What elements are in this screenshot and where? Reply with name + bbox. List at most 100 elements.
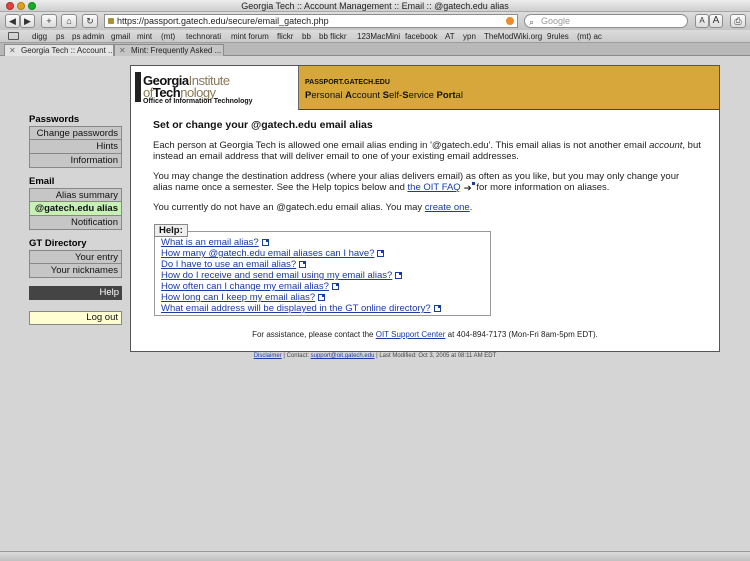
tab-georgia-tech[interactable]: ✕ Georgia Tech :: Account ... — [4, 44, 114, 56]
bookmark-item[interactable]: AT — [445, 30, 455, 43]
contact-email-link[interactable]: support@oit.gatech.edu — [311, 353, 375, 359]
tab-label: Georgia Tech :: Account ... — [21, 46, 114, 55]
create-alias-link[interactable]: create one — [425, 202, 470, 213]
portal-name-part: Port — [436, 90, 456, 101]
search-icon: ⌕ — [529, 17, 535, 27]
popup-icon — [318, 294, 326, 301]
sidebar-item-information[interactable]: Information — [29, 154, 122, 168]
popup-icon — [395, 272, 403, 279]
home-button[interactable]: ⌂ — [61, 14, 77, 28]
georgia-tech-logo[interactable]: GeorgiaInstitute ofTechnology Office of … — [131, 66, 299, 110]
passwords-heading: Passwords — [29, 114, 80, 125]
bookmark-item[interactable]: ps admin — [72, 30, 104, 43]
gt-directory-group: GT Directory Your entry Your nicknames — [29, 238, 122, 278]
bookmark-item[interactable]: gmail — [111, 30, 130, 43]
portal-header: GeorgiaInstitute ofTechnology Office of … — [131, 66, 719, 110]
bookmark-item[interactable]: 123MacMini — [357, 30, 400, 43]
bookmark-item[interactable]: (mt) ac — [577, 30, 602, 43]
help-link[interactable]: How long can I keep my email alias? — [161, 292, 315, 303]
portal-name-part: ervice — [408, 90, 437, 101]
portal-name-part: A — [345, 90, 353, 101]
disclaimer-link[interactable]: Disclaimer — [254, 353, 282, 359]
snapback-icon[interactable] — [506, 17, 514, 25]
oit-support-link[interactable]: OIT Support Center — [376, 330, 446, 339]
window-title: Georgia Tech :: Account Management :: Em… — [241, 1, 509, 11]
bookmark-item[interactable]: digg — [32, 30, 47, 43]
bookmarks-bar: digg ps ps admin gmail mint (mt) technor… — [0, 30, 750, 43]
page-footer: Disclaimer | Contact: support@oit.gatech… — [0, 353, 750, 359]
tab-mint-faq[interactable]: ✕ Mint: Frequently Asked ... — [114, 44, 224, 56]
sidebar-item-gatech-alias[interactable]: @gatech.edu alias — [29, 202, 122, 216]
sidebar-item-hints[interactable]: Hints — [29, 140, 122, 154]
sidebar-item-change-passwords[interactable]: Change passwords — [29, 126, 122, 140]
minimize-window-icon[interactable] — [17, 2, 25, 10]
help-button[interactable]: Help — [29, 286, 122, 300]
portal-url: PASSPORT.GATECH.EDU — [305, 79, 390, 86]
bookmark-item[interactable]: mint — [137, 30, 152, 43]
help-item: How often can I change my email alias? — [161, 281, 441, 292]
search-field[interactable]: ⌕ Google — [524, 14, 688, 28]
faq-arrow-icon: ➔ — [464, 182, 475, 194]
assist-text-end: at 404-894-7173 (Mon-Fri 8am-5pm EDT). — [445, 330, 598, 339]
help-link[interactable]: What is an email alias? — [161, 237, 259, 248]
bookmark-item[interactable]: mint forum — [231, 30, 269, 43]
browser-toolbar: ◀ ▶ + ⌂ ↻ https://passport.gatech.edu/se… — [0, 12, 750, 30]
change-paragraph: You may change the destination address (… — [153, 171, 701, 194]
sidebar-item-alias-summary[interactable]: Alias summary — [29, 188, 122, 202]
bookmark-item[interactable]: bb — [302, 30, 311, 43]
bookmark-item[interactable]: technorati — [186, 30, 221, 43]
bookmark-item[interactable]: (mt) — [161, 30, 175, 43]
help-item: What email address will be displayed in … — [161, 303, 441, 314]
p1-emphasis: account — [649, 140, 683, 151]
sidebar-nav: Passwords Change passwords Hints Informa… — [29, 114, 122, 325]
forward-button[interactable]: ▶ — [20, 14, 35, 28]
logout-button[interactable]: Log out — [29, 311, 122, 325]
popup-icon — [433, 305, 441, 312]
main-panel: GeorgiaInstitute ofTechnology Office of … — [130, 65, 720, 352]
tab-label: Mint: Frequently Asked ... — [131, 46, 222, 55]
bookmark-item[interactable]: bb flickr — [319, 30, 347, 43]
help-item: How long can I keep my email alias? — [161, 292, 441, 303]
zoom-window-icon[interactable] — [28, 2, 36, 10]
help-link[interactable]: How many @gatech.edu email aliases can I… — [161, 248, 374, 259]
close-tab-icon[interactable]: ✕ — [119, 45, 126, 56]
sidebar-item-notification[interactable]: Notification — [29, 216, 122, 230]
bookmarks-book-icon[interactable] — [8, 32, 19, 40]
help-link[interactable]: How do I receive and send email using my… — [161, 270, 392, 281]
bookmark-item[interactable]: facebook — [405, 30, 437, 43]
p3-text-end: . — [469, 202, 473, 213]
close-window-icon[interactable] — [6, 2, 14, 10]
assistance-line: For assistance, please contact the OIT S… — [131, 330, 719, 339]
address-bar[interactable]: https://passport.gatech.edu/secure/email… — [104, 14, 518, 28]
portal-name-part: al — [455, 90, 463, 101]
bookmark-item[interactable]: flickr — [277, 30, 293, 43]
portal-name-part: elf- — [389, 90, 403, 101]
help-item: Do I have to use an email alias? — [161, 259, 441, 270]
help-item: What is an email alias? — [161, 237, 441, 248]
reload-button[interactable]: ↻ — [82, 14, 98, 28]
p1-text: Each person at Georgia Tech is allowed o… — [153, 140, 650, 151]
bookmark-item[interactable]: 9rules — [547, 30, 569, 43]
add-bookmark-button[interactable]: + — [41, 14, 57, 28]
bookmark-item[interactable]: ps — [56, 30, 64, 43]
p3-text: You currently do not have an @gatech.edu… — [153, 202, 425, 213]
back-button[interactable]: ◀ — [5, 14, 20, 28]
help-link[interactable]: Do I have to use an email alias? — [161, 259, 296, 270]
help-box: Help: What is an email alias? How many @… — [154, 224, 491, 316]
portal-name-part: ccount — [352, 90, 383, 101]
text-larger-button[interactable]: A — [709, 14, 723, 28]
bookmark-item[interactable]: TheModWiki.org — [484, 30, 542, 43]
sidebar-item-your-entry[interactable]: Your entry — [29, 250, 122, 264]
help-link[interactable]: How often can I change my email alias? — [161, 281, 329, 292]
popup-icon — [377, 250, 385, 257]
sidebar-item-your-nicknames[interactable]: Your nicknames — [29, 264, 122, 278]
close-tab-icon[interactable]: ✕ — [9, 45, 16, 56]
text-smaller-button[interactable]: A — [695, 14, 709, 28]
body-text: Set or change your @gatech.edu email ali… — [153, 120, 701, 222]
page-title: Set or change your @gatech.edu email ali… — [153, 119, 373, 131]
oit-faq-link[interactable]: the OIT FAQ — [408, 182, 461, 193]
footer-separator: | — [376, 353, 378, 359]
bookmark-item[interactable]: ypn — [463, 30, 476, 43]
help-link[interactable]: What email address will be displayed in … — [161, 303, 431, 314]
print-button[interactable]: ⎙ — [730, 14, 746, 28]
